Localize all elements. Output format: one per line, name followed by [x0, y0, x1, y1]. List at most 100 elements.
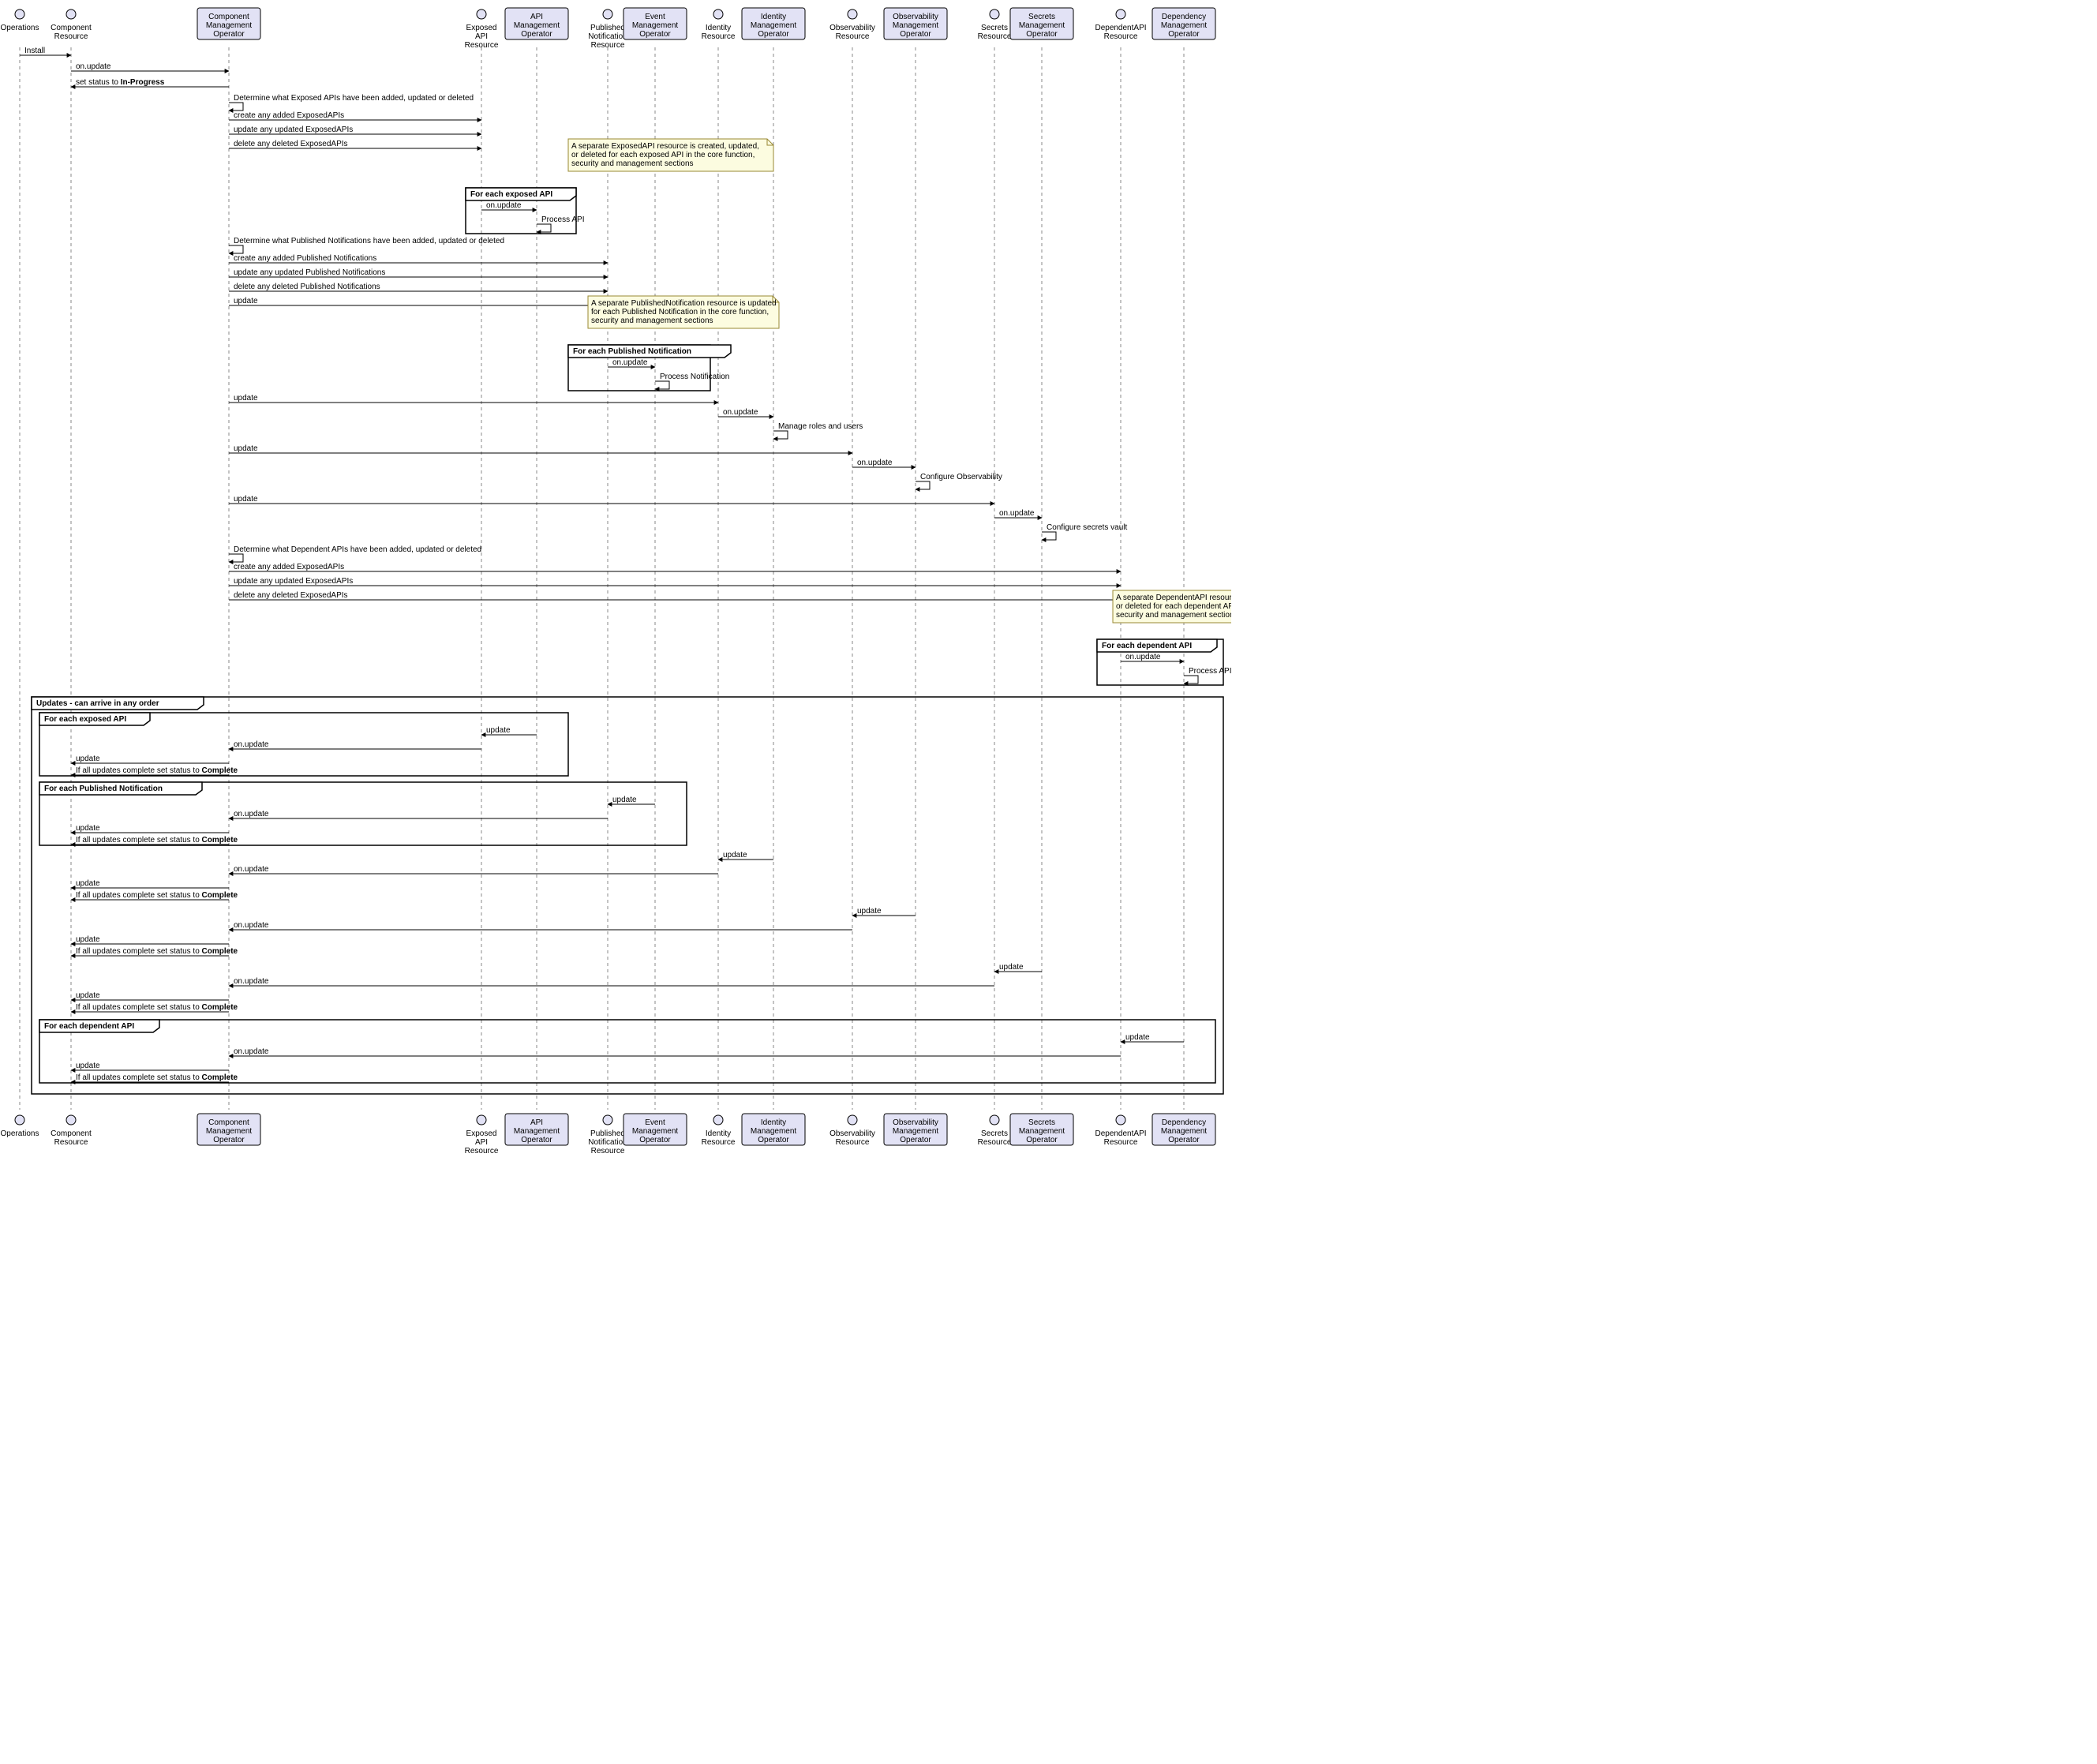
- text-label: Operator: [521, 1136, 552, 1144]
- text-label: Notification: [588, 32, 627, 41]
- actor-head-icon: [15, 9, 24, 19]
- text-label: Resource: [465, 1147, 499, 1155]
- text-label: Resource: [1104, 32, 1138, 41]
- text-label: Identity: [761, 13, 786, 21]
- text-label: Observability: [829, 1129, 875, 1138]
- text-label: Process Notification: [660, 373, 729, 381]
- text-label: If all updates complete set status to Co…: [76, 1073, 238, 1082]
- group-title-label: For each exposed API: [470, 190, 552, 199]
- text-label: Identity: [706, 1129, 731, 1138]
- text-label: Component: [51, 24, 92, 32]
- text-label: on.update: [234, 1047, 269, 1056]
- actor-head-icon: [1116, 9, 1125, 19]
- text-label: Secrets: [1028, 13, 1055, 21]
- text-label: on.update: [234, 977, 269, 986]
- message-arrow: [537, 224, 551, 232]
- text-label: Operator: [213, 30, 245, 39]
- actor-head-icon: [848, 9, 857, 19]
- text-label: Observability: [893, 1118, 938, 1127]
- text-label: Notification: [588, 1138, 627, 1147]
- text-label: Exposed: [466, 1129, 497, 1138]
- text-label: Operator: [758, 1136, 789, 1144]
- text-label: create any added ExposedAPIs: [234, 563, 344, 571]
- text-label: Configure secrets vault: [1047, 523, 1127, 532]
- text-label: Resource: [702, 1138, 736, 1147]
- text-label: on.update: [234, 740, 269, 749]
- text-label: Operator: [1168, 1136, 1200, 1144]
- text-label: A separate ExposedAPI resource is create…: [571, 142, 759, 151]
- actor-head-icon: [66, 1115, 76, 1125]
- text-label: update: [999, 963, 1024, 972]
- text-label: A separate DependentAPI resource is crea…: [1116, 594, 1231, 602]
- text-label: Management: [893, 1127, 939, 1136]
- text-label: API: [475, 32, 488, 41]
- text-label: security and management sections: [571, 159, 694, 168]
- text-label: Management: [632, 1127, 679, 1136]
- text-label: Resource: [54, 1138, 88, 1147]
- text-label: If all updates complete set status to Co…: [76, 836, 238, 845]
- text-label: Observability: [829, 24, 875, 32]
- text-label: update any updated ExposedAPIs: [234, 577, 353, 586]
- text-label: Management: [514, 1127, 560, 1136]
- group-title-label: For each exposed API: [44, 715, 126, 724]
- actor-head-icon: [603, 1115, 612, 1125]
- text-label: DependentAPI: [1095, 1129, 1146, 1138]
- text-label: on.update: [612, 358, 648, 367]
- text-label: update: [76, 824, 100, 833]
- text-label: on.update: [486, 201, 522, 210]
- text-label: on.update: [234, 865, 269, 874]
- text-label: update: [857, 907, 882, 916]
- group-title-label: Updates - can arrive in any order: [36, 699, 159, 708]
- message-arrow: [1042, 532, 1056, 540]
- text-label: Secrets: [1028, 1118, 1055, 1127]
- message-arrow: [229, 554, 243, 562]
- text-label: Exposed: [466, 24, 497, 32]
- text-label: update: [486, 726, 511, 735]
- text-label: update: [76, 991, 100, 1000]
- diagram-tspan: If all updates complete set status to: [76, 891, 202, 900]
- diagram-tspan: If all updates complete set status to: [76, 1073, 202, 1082]
- text-label: Event: [645, 1118, 665, 1127]
- text-label: API: [530, 1118, 543, 1127]
- text-label: Operator: [900, 1136, 931, 1144]
- actor-head-icon: [66, 9, 76, 19]
- message-arrow: [916, 481, 930, 489]
- text-label: Operations: [1, 24, 39, 32]
- text-label: create any added ExposedAPIs: [234, 111, 344, 120]
- text-label: Observability: [893, 13, 938, 21]
- message-arrow: [655, 381, 669, 389]
- diagram-tspan: Complete: [202, 836, 238, 845]
- text-label: Operator: [639, 30, 671, 39]
- text-label: on.update: [234, 810, 269, 818]
- diagram-tspan: Complete: [202, 1003, 238, 1012]
- actor-head-icon: [477, 1115, 486, 1125]
- text-label: Process API: [541, 215, 584, 224]
- message-arrow: [1184, 676, 1198, 684]
- text-label: Operator: [521, 30, 552, 39]
- text-label: Resource: [836, 32, 870, 41]
- text-label: Operator: [900, 30, 931, 39]
- text-label: security and management sections: [591, 316, 713, 325]
- text-label: Management: [632, 21, 679, 30]
- text-label: Management: [1161, 1127, 1208, 1136]
- text-label: Dependency: [1162, 13, 1206, 21]
- text-label: Secrets: [981, 24, 1008, 32]
- text-label: or deleted for each exposed API in the c…: [571, 151, 755, 159]
- text-label: for each Published Notification in the c…: [591, 308, 769, 316]
- text-label: Determine what Published Notifications h…: [234, 237, 504, 245]
- diagram-tspan: Complete: [202, 1073, 238, 1082]
- text-label: Secrets: [981, 1129, 1008, 1138]
- group-title-label: For each dependent API: [1102, 642, 1192, 650]
- text-label: Process API: [1189, 667, 1231, 676]
- diagram-tspan: If all updates complete set status to: [76, 947, 202, 956]
- text-label: Operator: [1026, 30, 1058, 39]
- actor-head-icon: [15, 1115, 24, 1125]
- group-title-label: For each dependent API: [44, 1022, 134, 1031]
- text-label: If all updates complete set status to Co…: [76, 1003, 238, 1012]
- text-label: update: [234, 495, 258, 504]
- text-label: on.update: [76, 62, 111, 71]
- text-label: Resource: [54, 32, 88, 41]
- diagram-g: OperationsComponentResourceComponentMana…: [1, 8, 1215, 50]
- text-label: update: [76, 879, 100, 888]
- diagram-tspan: Complete: [202, 947, 238, 956]
